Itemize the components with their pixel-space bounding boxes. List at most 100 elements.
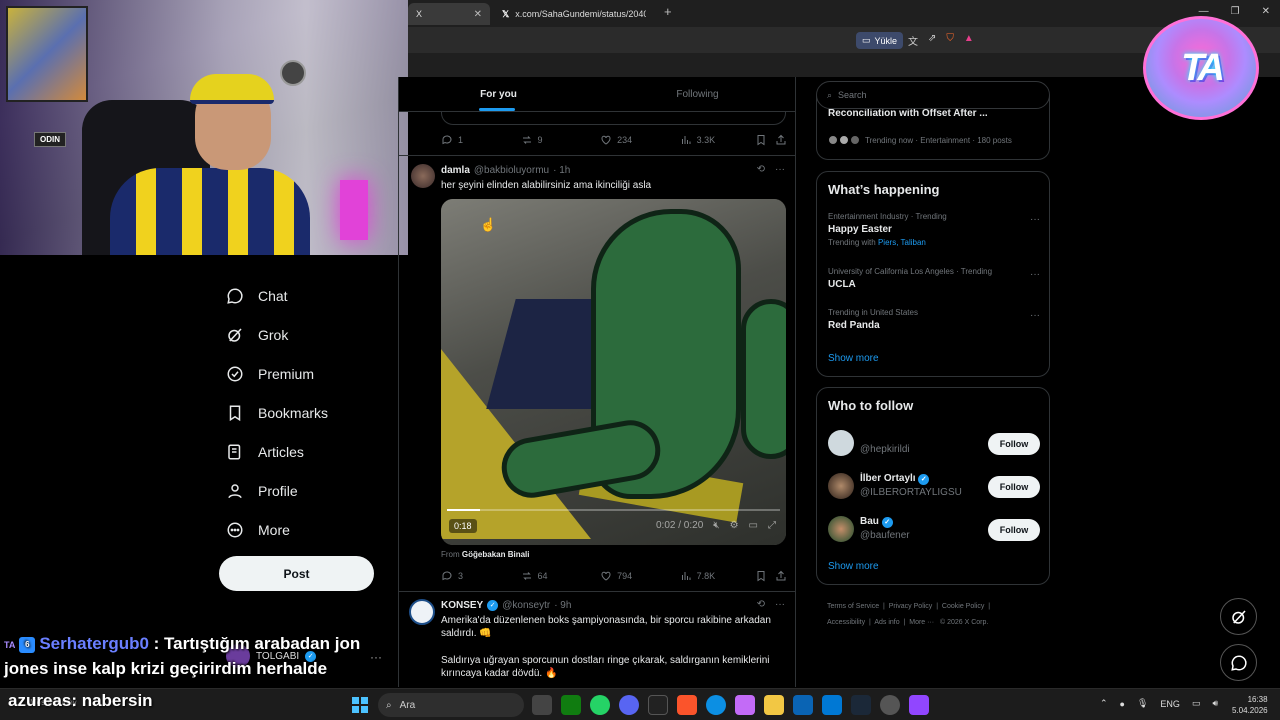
trend-item[interactable]: Trending in United States Red Panda ··· <box>828 308 1040 331</box>
edge-icon[interactable] <box>706 695 726 715</box>
start-button[interactable] <box>352 697 368 713</box>
share-button[interactable] <box>775 570 787 582</box>
trend-item[interactable]: University of California Los Angeles · T… <box>828 267 1040 290</box>
volume-icon[interactable]: 🔊︎ <box>1212 698 1218 709</box>
video-progress-bar[interactable] <box>447 509 780 511</box>
browser-tab-x[interactable]: X ✕ <box>408 3 490 25</box>
trend-item[interactable]: Entertainment Industry · Trending Happy … <box>828 212 1040 247</box>
translate-icon[interactable]: 文 <box>908 33 918 48</box>
mute-icon[interactable]: 🔇︎ <box>713 520 719 531</box>
show-more-link[interactable]: Show more <box>828 353 879 364</box>
nav-item-grok[interactable]: Grok <box>218 315 398 354</box>
share-icon[interactable]: ⇗ <box>928 33 936 48</box>
tab-following[interactable]: Following <box>598 77 795 111</box>
mail-icon[interactable] <box>793 695 813 715</box>
bookmark-button[interactable] <box>755 134 775 146</box>
trend-context: Trending in United States <box>828 308 918 317</box>
follow-button[interactable]: Follow <box>988 433 1040 455</box>
taskbar-search[interactable]: ⌕ Ara <box>378 693 524 717</box>
tray-app-icon[interactable]: ● <box>1120 699 1125 709</box>
more-dots-icon[interactable]: ··· <box>1030 310 1040 321</box>
tab-for-you[interactable]: For you <box>399 77 598 111</box>
follow-button[interactable]: Follow <box>988 519 1040 541</box>
footer-link[interactable]: More ··· <box>909 619 934 626</box>
messages-fab[interactable] <box>1220 644 1257 681</box>
nav-item-more[interactable]: More <box>218 510 398 549</box>
post-button[interactable]: Post <box>219 556 374 591</box>
show-more-link[interactable]: Show more <box>828 561 879 572</box>
settings-icon[interactable]: ⚙ <box>730 520 739 531</box>
chevron-up-icon[interactable]: ⌃ <box>1100 698 1108 709</box>
like-button[interactable]: 794 <box>600 570 680 582</box>
brave-rewards-icon[interactable]: ▲ <box>964 33 974 48</box>
footer-link[interactable]: Terms of Service <box>827 603 879 610</box>
copilot-icon[interactable] <box>735 695 755 715</box>
app-icon[interactable] <box>880 695 900 715</box>
author-handle[interactable]: @konseytr <box>502 600 550 611</box>
author-handle[interactable]: @bakbioluyormu <box>474 165 549 176</box>
repost-button[interactable]: 64 <box>521 570 601 582</box>
xbox-icon[interactable] <box>561 695 581 715</box>
new-tab-icon[interactable]: + <box>664 4 672 19</box>
views-button[interactable]: 7.8K <box>680 570 756 582</box>
app-icon[interactable] <box>648 695 668 715</box>
nav-item-chat[interactable]: Chat <box>218 276 398 315</box>
reply-button[interactable]: 3 <box>441 570 521 582</box>
follow-suggestion[interactable]: Bau ✓ @baufener Follow <box>828 516 1040 546</box>
author-name[interactable]: damla <box>441 165 470 176</box>
search-input[interactable]: ⌕ Search <box>816 81 1050 109</box>
grok-fab[interactable] <box>1220 598 1257 635</box>
share-button[interactable] <box>775 134 787 146</box>
store-icon[interactable] <box>822 695 842 715</box>
avatar[interactable] <box>411 164 435 188</box>
language-indicator[interactable]: ENG <box>1160 699 1180 709</box>
like-button[interactable]: 234 <box>600 134 680 146</box>
avatar[interactable] <box>409 599 435 625</box>
bookmark-button[interactable] <box>755 570 775 582</box>
footer-link[interactable]: Ads info <box>874 619 899 626</box>
tweet-time[interactable]: · 1h <box>553 165 570 176</box>
repost-button[interactable]: 9 <box>521 134 601 146</box>
trend-links[interactable]: Piers, Taliban <box>878 238 926 247</box>
whatsapp-icon[interactable] <box>590 695 610 715</box>
twitch-icon[interactable] <box>909 695 929 715</box>
browser-tab-status[interactable]: 𝕏 x.com/SahaGundemi/status/2040872 <box>494 3 654 25</box>
microphone-icon[interactable]: 🎙︎ <box>1137 698 1148 709</box>
views-button[interactable]: 3.3K <box>680 134 756 146</box>
more-dots-icon[interactable]: ··· <box>775 164 785 175</box>
tweet-time[interactable]: · 9h <box>554 600 571 611</box>
footer-link[interactable]: Cookie Policy <box>942 603 984 610</box>
file-explorer-icon[interactable] <box>764 695 784 715</box>
network-icon[interactable]: ▭ <box>1192 698 1201 709</box>
load-button[interactable]: ▭ Yükle <box>856 32 904 49</box>
close-window-icon[interactable]: ✕ <box>1262 6 1270 17</box>
nav-item-premium[interactable]: Premium <box>218 354 398 393</box>
grok-icon[interactable]: ⟲ <box>757 164 765 175</box>
more-dots-icon[interactable]: ··· <box>1030 214 1040 225</box>
footer-link[interactable]: Privacy Policy <box>889 603 933 610</box>
reply-button[interactable]: 1 <box>441 134 521 146</box>
pip-icon[interactable]: ▭ <box>749 520 758 531</box>
follow-button[interactable]: Follow <box>988 476 1040 498</box>
nav-item-bookmarks[interactable]: Bookmarks <box>218 393 398 432</box>
video-player[interactable]: 0:18 0:02 / 0:20 🔇︎ ⚙ ▭ ⤢ <box>441 199 786 545</box>
fullscreen-icon[interactable]: ⤢ <box>768 520 776 531</box>
clock[interactable]: 16:38 5.04.2026 <box>1232 694 1268 716</box>
discord-icon[interactable] <box>619 695 639 715</box>
task-view-icon[interactable] <box>532 695 552 715</box>
from-name[interactable]: Göğebakan Binali <box>462 550 530 559</box>
close-tab-icon[interactable]: ✕ <box>474 9 482 20</box>
nav-item-articles[interactable]: Articles <box>218 432 398 471</box>
steam-icon[interactable] <box>851 695 871 715</box>
maximize-icon[interactable]: ❐ <box>1231 6 1240 17</box>
follow-suggestion[interactable]: @hepkirildi Follow <box>828 430 1040 460</box>
brave-shield-icon[interactable]: ⛉ <box>946 33 954 48</box>
footer-link[interactable]: Accessibility <box>827 619 865 626</box>
follow-suggestion[interactable]: İlber Ortaylı ✓ @ILBERORTAYLIGSU Follow <box>828 473 1040 503</box>
brave-icon[interactable] <box>677 695 697 715</box>
nav-item-profile[interactable]: Profile <box>218 471 398 510</box>
more-dots-icon[interactable]: ··· <box>1030 269 1040 280</box>
more-dots-icon[interactable]: ··· <box>775 599 785 610</box>
grok-icon[interactable]: ⟲ <box>757 599 765 610</box>
author-name[interactable]: KONSEY <box>441 600 483 611</box>
